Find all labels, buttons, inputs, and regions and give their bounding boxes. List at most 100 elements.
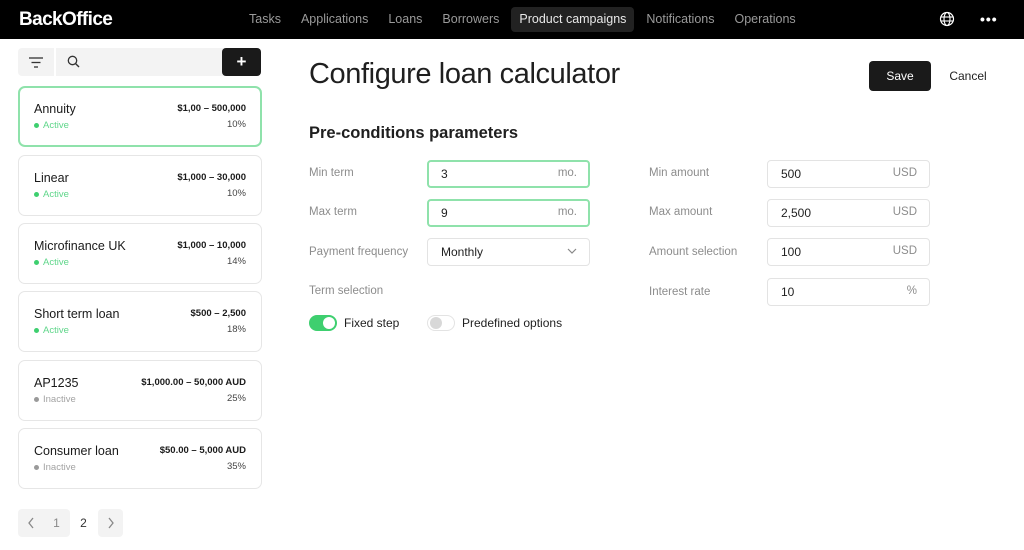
product-card-ap1235[interactable]: AP1235 $1,000.00 – 50,000 AUD Inactive 2… [18,360,262,421]
product-rate: 10% [226,188,246,199]
nav-tab-borrowers[interactable]: Borrowers [434,7,507,32]
min-amount-unit: USD [892,167,917,179]
toggle-knob [323,317,335,329]
section-title: Pre-conditions parameters [309,124,519,142]
status-text: Active [43,120,69,131]
min-term-label: Min term [309,167,354,179]
status-text: Active [43,189,69,200]
min-term-field[interactable]: mo. [427,160,590,188]
product-name: Microfinance UK [34,239,126,253]
max-amount-input[interactable] [781,200,881,226]
status-badge: Active [34,257,69,268]
nav-tab-tasks[interactable]: Tasks [241,7,289,32]
search-box[interactable] [56,48,234,76]
status-dot-icon [34,465,39,470]
status-dot-icon [34,397,39,402]
interest-rate-unit: % [906,285,917,297]
min-term-input[interactable] [441,162,541,186]
status-text: Active [43,257,69,268]
product-card-consumer-loan[interactable]: Consumer loan $50.00 – 5,000 AUD Inactiv… [18,428,262,489]
max-term-input[interactable] [441,201,541,225]
product-name: Linear [34,171,69,185]
amount-selection-label: Amount selection [649,246,738,258]
interest-rate-label: Interest rate [649,286,711,298]
nav-tab-loans[interactable]: Loans [380,7,430,32]
status-dot-icon [34,123,39,128]
status-badge: Active [34,120,69,131]
min-amount-field[interactable]: USD [767,160,930,188]
status-dot-icon [34,328,39,333]
product-rate: 10% [226,119,246,130]
fixed-step-toggle[interactable] [309,315,337,331]
cancel-button[interactable]: Cancel [942,61,994,91]
interest-rate-field[interactable]: % [767,278,930,306]
product-card-linear[interactable]: Linear $1,000 – 30,000 Active 10% [18,155,262,216]
status-text: Inactive [43,394,76,405]
more-icon[interactable]: ••• [980,12,998,26]
app-logo[interactable]: BackOffice [19,9,113,31]
search-input[interactable] [86,48,226,76]
min-amount-label: Min amount [649,167,710,179]
term-selection-label: Term selection [309,285,384,297]
filter-button[interactable] [18,48,54,76]
filter-icon [29,56,43,68]
predefined-options-toggle[interactable] [427,315,455,331]
product-rate: 35% [226,461,246,472]
interest-rate-input[interactable] [781,279,881,305]
add-product-button[interactable]: + [222,48,261,76]
payment-frequency-value: Monthly [441,245,484,259]
save-button[interactable]: Save [869,61,931,91]
nav-tab-operations[interactable]: Operations [727,7,804,32]
payment-frequency-label: Payment frequency [309,246,409,258]
status-badge: Inactive [34,462,76,473]
status-badge: Active [34,189,69,200]
product-name: Consumer loan [34,444,119,458]
prev-page-button[interactable] [18,509,43,537]
predefined-options-label: Predefined options [462,316,563,330]
chevron-left-icon [27,517,34,529]
chevron-right-icon [107,517,114,529]
product-card-annuity[interactable]: Annuity $1,00 – 500,000 Active 10% [18,86,262,147]
product-range: $1,000 – 30,000 [177,172,246,183]
nav-tab-product-campaigns[interactable]: Product campaigns [511,7,635,32]
max-term-field[interactable]: mo. [427,199,590,227]
product-card-microfinance-uk[interactable]: Microfinance UK $1,000 – 10,000 Active 1… [18,223,262,284]
page-button-1[interactable]: 1 [43,509,70,537]
status-text: Active [43,325,69,336]
status-badge: Active [34,325,69,336]
product-range: $50.00 – 5,000 AUD [159,445,246,456]
product-rate: 14% [226,256,246,267]
amount-selection-input[interactable] [781,239,881,265]
status-dot-icon [34,260,39,265]
product-rate: 18% [226,324,246,335]
max-amount-unit: USD [892,206,917,218]
max-amount-field[interactable]: USD [767,199,930,227]
status-text: Inactive [43,462,76,473]
product-card-short-term-loan[interactable]: Short term loan $500 – 2,500 Active 18% [18,291,262,352]
toggle-knob [430,317,442,329]
nav-tab-notifications[interactable]: Notifications [638,7,722,32]
product-rate: 25% [226,393,246,404]
fixed-step-option: Fixed step [309,315,399,331]
page-title: Configure loan calculator [309,58,620,90]
pagination: 1 2 [18,509,123,537]
product-name: Short term loan [34,307,120,321]
main-nav: Tasks Applications Loans Borrowers Produ… [241,7,808,32]
amount-selection-field[interactable]: USD [767,238,930,266]
max-term-label: Max term [309,206,357,218]
status-dot-icon [34,192,39,197]
payment-frequency-select[interactable]: Monthly [427,238,590,266]
product-range: $1,000 – 10,000 [177,240,246,251]
nav-tab-applications[interactable]: Applications [293,7,376,32]
min-amount-input[interactable] [781,161,881,187]
status-badge: Inactive [34,394,76,405]
search-icon [67,55,80,68]
next-page-button[interactable] [98,509,123,537]
fixed-step-label: Fixed step [344,316,400,330]
globe-icon[interactable] [939,11,955,27]
chevron-down-icon [567,248,577,254]
predefined-options-option: Predefined options [427,315,562,331]
page-button-2[interactable]: 2 [70,509,97,537]
product-range: $1,000.00 – 50,000 AUD [141,377,246,388]
product-range: $1,00 – 500,000 [177,103,246,114]
